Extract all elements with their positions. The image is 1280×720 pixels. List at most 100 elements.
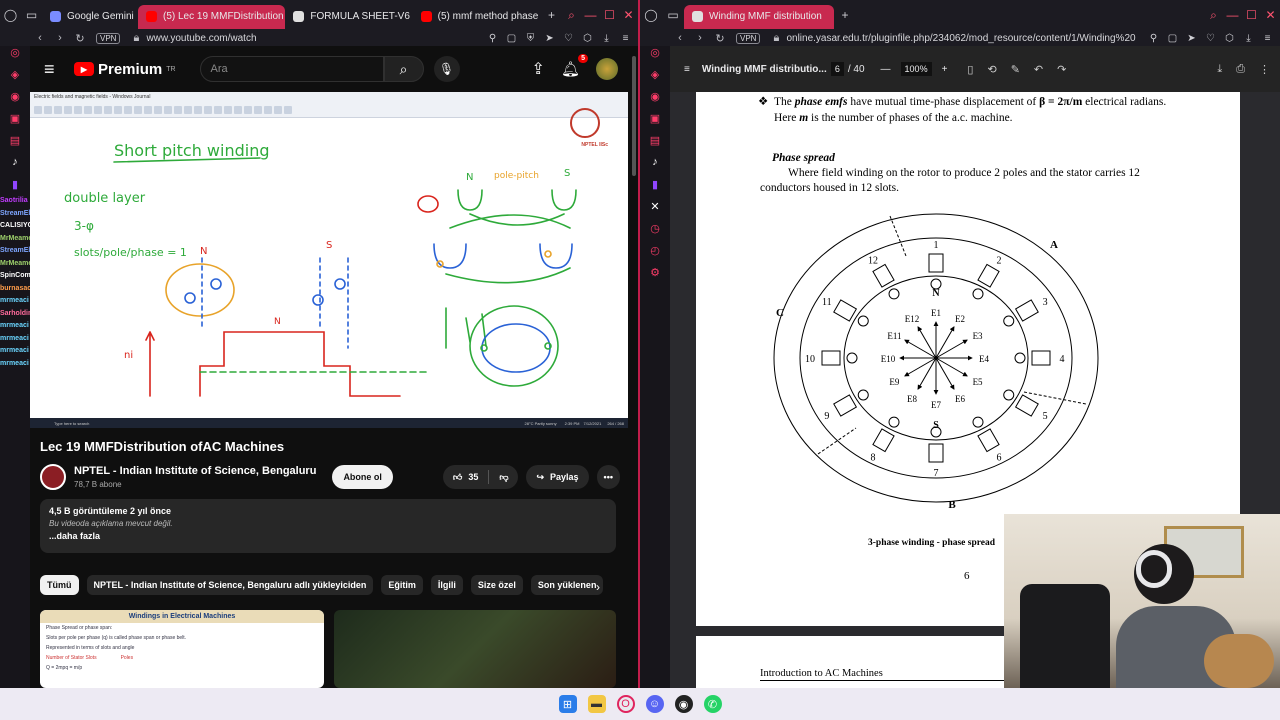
dislike-icon[interactable]: 👎︎ [499, 472, 508, 483]
opera-gx-icon[interactable]: O [616, 695, 635, 713]
new-tab-button[interactable]: + [834, 0, 856, 30]
menu-hamburger-icon[interactable]: ≡ [44, 59, 74, 80]
extensions-icon[interactable]: ⬡ [579, 33, 596, 44]
tab-winding-pdf[interactable]: Winding MMF distribution [684, 4, 834, 29]
url-text[interactable]: www.youtube.com/watch [146, 33, 484, 44]
settings-icon[interactable]: ⚙ [640, 266, 670, 288]
subscribe-button[interactable]: Abone ol [332, 465, 393, 489]
filter-chip[interactable]: Tümü [40, 575, 79, 595]
heart-icon[interactable]: ♡ [1202, 33, 1219, 44]
like-count[interactable]: 35 [468, 472, 478, 482]
heart-icon[interactable]: ♡ [560, 33, 577, 44]
download-icon[interactable]: ⤓ [1240, 33, 1257, 44]
minimize-button[interactable]: — [581, 8, 600, 23]
filter-chip[interactable]: Eğitim [381, 575, 423, 595]
download-icon[interactable]: ⤓ [1217, 63, 1222, 76]
forward-icon[interactable]: › [50, 32, 70, 44]
draw-icon[interactable]: ✎ [1011, 63, 1020, 76]
opera-logo-icon[interactable]: ◯ [0, 0, 21, 30]
more-actions-button[interactable]: ••• [596, 465, 620, 489]
chat-username[interactable]: mrmeaci [0, 333, 29, 346]
whatsapp-icon[interactable]: ✆ [703, 695, 722, 713]
reload-icon[interactable]: ↻ [70, 32, 90, 45]
page-input[interactable]: 6 [830, 62, 844, 76]
chat-username[interactable]: mrmeaci [0, 320, 29, 333]
screenshot-icon[interactable]: ▢ [1164, 33, 1181, 44]
tab-youtube-lecture[interactable]: (5) Lec 19 MMFDistribution [137, 4, 286, 29]
minimize-button[interactable]: — [1223, 8, 1242, 23]
shield-icon[interactable]: ⛨ [522, 33, 539, 44]
discord-icon[interactable]: ☺ [645, 695, 664, 713]
search-tabs-icon[interactable]: ⌕ [1204, 8, 1223, 23]
send-icon[interactable]: ➤ [541, 33, 558, 44]
messenger-icon[interactable]: ◉ [0, 90, 30, 112]
tab-islands-icon[interactable]: ▭ [21, 0, 42, 30]
pin-icon[interactable]: ⚲ [484, 33, 501, 44]
send-icon[interactable]: ➤ [1183, 33, 1200, 44]
extensions-icon[interactable]: ⬡ [1221, 33, 1238, 44]
video-player[interactable]: Electric fields and magnetic fields - Wi… [30, 92, 628, 428]
notifications-button[interactable]: 🔔︎ 5 [561, 54, 588, 78]
close-button[interactable]: ✕ [619, 8, 638, 23]
forward-icon[interactable]: › [690, 32, 710, 44]
zoom-out-button[interactable]: — [881, 64, 891, 75]
tab-gemini[interactable]: Google Gemini [42, 5, 138, 29]
chat-username[interactable]: mrmeaci [0, 295, 29, 308]
zoom-in-button[interactable]: + [942, 64, 948, 75]
search-tabs-icon[interactable]: ⌕ [562, 8, 581, 23]
chatgpt-icon[interactable]: ◈ [640, 68, 670, 90]
opera-logo-icon[interactable]: ◯ [640, 0, 662, 30]
related-video-thumbnail-2[interactable] [334, 610, 616, 688]
chatgpt-icon[interactable]: ◈ [0, 68, 30, 90]
channel-avatar[interactable] [40, 464, 66, 490]
filter-chip[interactable]: NPTEL - Indian Institute of Science, Ben… [86, 575, 374, 595]
vpn-badge[interactable]: VPN [96, 32, 121, 44]
tab-mmf-method[interactable]: (5) mmf method phase [413, 5, 541, 29]
upload-icon[interactable]: ⇪ [532, 59, 545, 79]
channel-name[interactable]: NPTEL - Indian Institute of Science, Ben… [74, 465, 316, 477]
telegram-icon[interactable]: ▣ [640, 112, 670, 134]
sidebar-toggle-icon[interactable]: ≡ [684, 64, 690, 75]
chat-username[interactable]: SpinCom [0, 270, 31, 283]
windows-start-icon[interactable]: ⊞ [558, 695, 577, 713]
zoom-level[interactable]: 100% [900, 62, 932, 76]
description-box[interactable]: 4,5 B görüntüleme 2 yıl önce Bu videoda … [40, 499, 616, 553]
maximize-button[interactable]: ☐ [600, 8, 619, 23]
menu-icon[interactable]: ≡ [617, 33, 634, 44]
search-button[interactable]: ⌕ [383, 56, 424, 82]
obs-icon[interactable]: ◉ [674, 695, 693, 713]
player-icon[interactable]: ◷ [640, 222, 670, 244]
youtube-premium-logo[interactable]: ▶ Premium TR [74, 61, 176, 78]
tab-islands-icon[interactable]: ▭ [662, 0, 684, 30]
messenger-icon[interactable]: ◉ [640, 90, 670, 112]
mail-icon[interactable]: ▤ [640, 134, 670, 156]
twitch-icon[interactable]: ▮ [640, 178, 670, 200]
tab-formula-sheet[interactable]: FORMULA SHEET-V6 [285, 5, 412, 29]
rotate-icon[interactable]: ⟲ [987, 63, 996, 76]
new-tab-button[interactable]: + [541, 0, 562, 30]
vpn-badge[interactable]: VPN [736, 32, 761, 44]
voice-search-button[interactable]: 🎙︎ [433, 56, 460, 82]
filter-chip[interactable]: İlgili [430, 575, 463, 595]
avatar[interactable] [596, 58, 618, 80]
chips-next-icon[interactable]: › [596, 580, 600, 594]
mail-icon[interactable]: ▤ [0, 134, 30, 156]
tiktok-icon[interactable]: ♪ [0, 156, 30, 178]
undo-icon[interactable]: ↶ [1034, 63, 1043, 76]
aria-icon[interactable]: ◎ [640, 46, 670, 68]
chat-username[interactable]: Saotrilia [0, 195, 28, 208]
x-icon[interactable]: ✕ [640, 200, 670, 222]
close-button[interactable]: ✕ [1261, 8, 1280, 23]
print-icon[interactable]: ⎙ [1236, 63, 1245, 76]
telegram-icon[interactable]: ▣ [0, 112, 30, 134]
menu-icon[interactable]: ≡ [1259, 33, 1276, 44]
download-icon[interactable]: ⤓ [598, 33, 615, 44]
redo-icon[interactable]: ↷ [1057, 63, 1066, 76]
filter-chip[interactable]: Son yüklenen [530, 575, 604, 595]
url-text[interactable]: online.yasar.edu.tr/pluginfile.php/23406… [786, 33, 1145, 44]
pin-icon[interactable]: ⚲ [1145, 33, 1162, 44]
history-icon[interactable]: ◴ [640, 244, 670, 266]
fit-page-icon[interactable]: ▯ [967, 63, 973, 76]
show-more-link[interactable]: ...daha fazla [49, 531, 607, 541]
left-page-scrollbar[interactable] [630, 46, 638, 686]
